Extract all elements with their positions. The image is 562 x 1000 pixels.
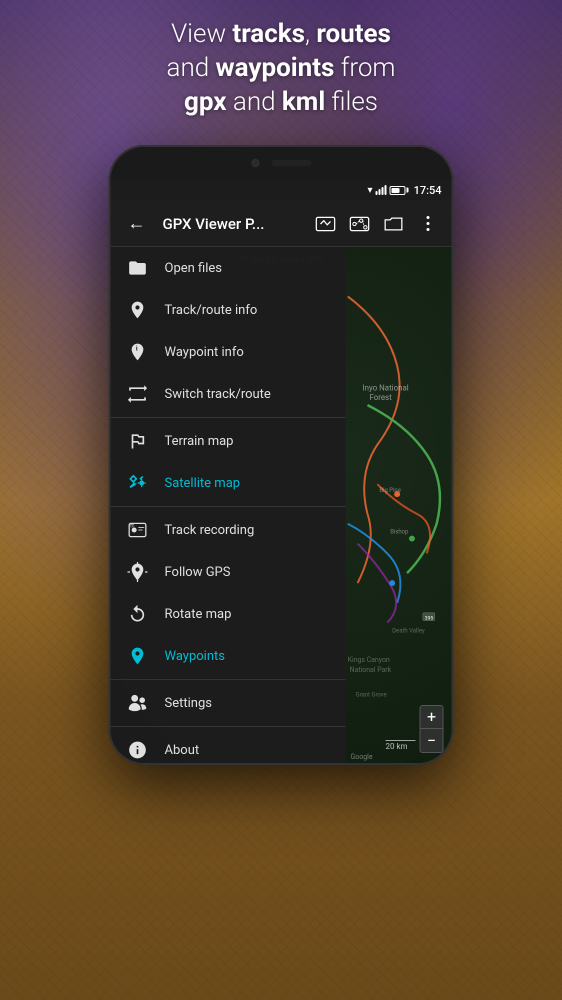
phone-camera: [251, 159, 259, 167]
map-zoom-controls: + −: [420, 705, 444, 753]
map-scale-label: 20 km: [386, 740, 416, 751]
svg-text:Forest: Forest: [369, 393, 392, 402]
about-icon: [127, 739, 149, 761]
svg-text:Death Valley: Death Valley: [392, 627, 425, 634]
menu-item-follow-gps[interactable]: Follow GPS: [111, 551, 346, 593]
track-recording-label: Track recording: [165, 523, 255, 538]
settings-label: Settings: [165, 696, 212, 711]
zoom-in-button[interactable]: +: [420, 705, 444, 729]
waypoints-icon: [127, 645, 149, 667]
switch-track-icon: [127, 383, 149, 405]
menu-item-switch-track-route[interactable]: Switch track/route: [111, 373, 346, 415]
svg-text:Inyo National: Inyo National: [363, 383, 409, 392]
rotate-map-icon: [127, 603, 149, 625]
track-icon-button[interactable]: [344, 208, 376, 240]
menu-item-satellite-map[interactable]: Satellite map: [111, 462, 346, 504]
svg-text:i: i: [136, 344, 138, 352]
three-dot-icon: [426, 216, 429, 231]
toolbar-icons: [310, 208, 444, 240]
terrain-map-icon: [127, 430, 149, 452]
wifi-icon: ▾: [368, 185, 373, 196]
folder-button[interactable]: [378, 208, 410, 240]
menu-item-waypoints[interactable]: Waypoints: [111, 635, 346, 677]
open-files-icon: [127, 257, 149, 279]
divider-1: [111, 417, 346, 418]
terrain-map-label: Terrain map: [165, 434, 234, 449]
divider-4: [111, 726, 346, 727]
follow-gps-label: Follow GPS: [165, 565, 231, 580]
google-attribution: Google: [351, 753, 373, 761]
about-label: About: [165, 743, 200, 758]
zoom-out-button[interactable]: −: [420, 729, 444, 753]
svg-text:Kings Canyon: Kings Canyon: [348, 656, 390, 664]
back-arrow-icon: ←: [128, 213, 146, 234]
satellite-map-label: Satellite map: [165, 476, 241, 491]
status-time: 17:54: [414, 184, 442, 197]
follow-gps-icon: [127, 561, 149, 583]
waypoint-info-icon: i: [127, 341, 149, 363]
toolbar-title: GPX Viewer P...: [159, 215, 306, 233]
svg-text:Bishop: Bishop: [390, 529, 409, 536]
rotate-map-label: Rotate map: [165, 607, 232, 622]
satellite-map-icon: [127, 472, 149, 494]
track-route-info-icon: [127, 299, 149, 321]
phone-frame: ▾ 17:54 ← GPX Viewer P...: [109, 145, 454, 765]
map-routes-icon: [316, 216, 336, 232]
phone-speaker: [271, 160, 311, 166]
status-icons: ▾: [368, 185, 406, 196]
menu-item-waypoint-info[interactable]: i Waypoint info: [111, 331, 346, 373]
map-view-button[interactable]: [310, 208, 342, 240]
waypoints-label: Waypoints: [165, 649, 225, 664]
folder-icon: [384, 216, 404, 232]
battery-icon: [390, 186, 406, 195]
menu-item-track-route-info[interactable]: Track/route info: [111, 289, 346, 331]
svg-text:Grant Grove: Grant Grove: [356, 692, 387, 699]
svg-text:395: 395: [425, 616, 434, 622]
track-route-info-label: Track/route info: [165, 303, 258, 318]
menu-item-open-files[interactable]: Open files: [111, 247, 346, 289]
tagline-text: View tracks, routes and waypoints from g…: [40, 18, 522, 119]
menu-item-terrain-map[interactable]: Terrain map: [111, 420, 346, 462]
svg-text:Big Pine: Big Pine: [379, 487, 401, 494]
menu-item-track-recording[interactable]: REC Track recording: [111, 509, 346, 551]
status-bar: ▾ 17:54: [111, 179, 452, 201]
drawer-menu: Open files Track/route info: [111, 247, 346, 763]
phone-top-bar: [111, 147, 452, 179]
svg-text:National Park: National Park: [350, 666, 392, 674]
divider-3: [111, 679, 346, 680]
scale-bar: [386, 740, 416, 741]
settings-icon: [127, 692, 149, 714]
phone-border: ▾ 17:54 ← GPX Viewer P...: [111, 147, 452, 763]
menu-item-settings[interactable]: Settings: [111, 682, 346, 724]
signal-icon: [376, 185, 387, 195]
battery-fill: [392, 188, 400, 193]
divider-2: [111, 506, 346, 507]
svg-text:REC: REC: [130, 525, 137, 529]
menu-item-about[interactable]: About: [111, 729, 346, 763]
menu-item-rotate-map[interactable]: Rotate map: [111, 593, 346, 635]
back-button[interactable]: ←: [119, 206, 155, 242]
waypoint-info-label: Waypoint info: [165, 345, 244, 360]
track-icon: [350, 216, 370, 232]
switch-track-route-label: Switch track/route: [165, 387, 271, 402]
open-files-label: Open files: [165, 261, 223, 276]
track-recording-icon: REC: [127, 519, 149, 541]
overflow-menu-button[interactable]: [412, 208, 444, 240]
app-toolbar: ← GPX Viewer P...: [111, 201, 452, 247]
tagline-container: View tracks, routes and waypoints from g…: [0, 18, 562, 119]
drawer-container: All tracks/routes (20) Inyo National For…: [111, 247, 452, 763]
